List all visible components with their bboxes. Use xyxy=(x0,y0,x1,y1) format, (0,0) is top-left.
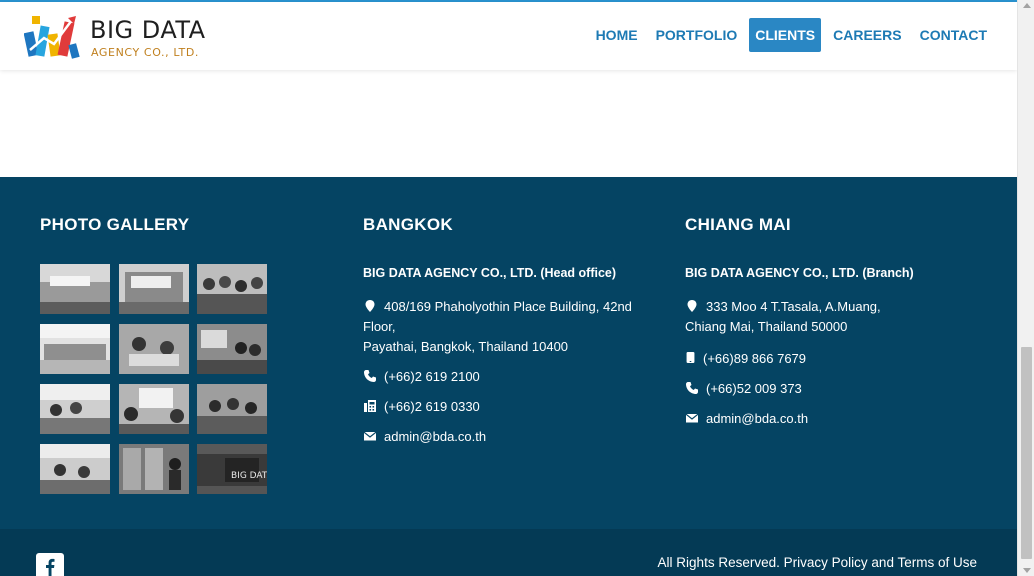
nav-portfolio[interactable]: PORTFOLIO xyxy=(650,18,744,52)
bangkok-fax: (+66)2 619 0330 xyxy=(363,397,480,417)
chiangmai-company: BIG DATA AGENCY CO., LTD. (Branch) xyxy=(685,266,914,280)
chiangmai-phone-text: (+66)52 009 373 xyxy=(706,381,802,396)
svg-text:BIG DATA: BIG DATA xyxy=(231,471,267,481)
facebook-link[interactable] xyxy=(36,553,64,576)
bangkok-phone: (+66)2 619 2100 xyxy=(363,367,480,387)
main-nav: HOME PORTFOLIO CLIENTS CAREERS CONTACT xyxy=(590,18,993,52)
terms-of-use-link[interactable]: Terms of Use xyxy=(897,555,977,570)
facebook-icon xyxy=(46,558,55,576)
chiangmai-address-line1: 333 Moo 4 T.Tasala, A.Muang, xyxy=(706,299,881,314)
bangkok-phone-text: (+66)2 619 2100 xyxy=(384,369,480,384)
site-footer: PHOTO GALLERY BIG DAT BANGKOK BIG DATA A… xyxy=(0,177,1017,529)
logo-mark-icon xyxy=(24,16,80,59)
gallery-photo[interactable] xyxy=(119,444,189,494)
brand-subtitle: AGENCY CO., LTD. xyxy=(91,46,200,59)
rights-text: All Rights Reserved. xyxy=(657,555,780,570)
brand-title: BIG DATA xyxy=(90,16,206,44)
gallery-photo[interactable] xyxy=(40,264,110,314)
nav-careers[interactable]: CAREERS xyxy=(827,18,907,52)
chiangmai-email[interactable]: admin@bda.co.th xyxy=(685,409,808,429)
gallery-photo[interactable] xyxy=(119,264,189,314)
map-marker-icon xyxy=(687,300,697,312)
chiangmai-phone: (+66)52 009 373 xyxy=(685,379,802,399)
chiangmai-mobile-text: (+66)89 866 7679 xyxy=(703,351,807,366)
and-text: and xyxy=(871,555,894,570)
chiangmai-address: 333 Moo 4 T.Tasala, A.Muang, Chiang Mai,… xyxy=(685,297,985,337)
gallery-photo[interactable] xyxy=(197,384,267,434)
chiangmai-address-line2: Chiang Mai, Thailand 50000 xyxy=(685,319,848,334)
copyright-text: All Rights Reserved. Privacy Policy and … xyxy=(658,555,977,570)
bangkok-title: BANGKOK xyxy=(363,215,453,234)
bangkok-email[interactable]: admin@bda.co.th xyxy=(363,427,486,447)
map-marker-icon xyxy=(365,300,375,312)
gallery-photo[interactable]: BIG DATA xyxy=(197,444,267,494)
nav-contact[interactable]: CONTACT xyxy=(914,18,993,52)
bangkok-address-line3: Payathai, Bangkok, Thailand 10400 xyxy=(363,339,569,354)
scroll-up-arrow-icon[interactable] xyxy=(1023,3,1031,8)
mobile-icon xyxy=(686,352,695,363)
nav-home[interactable]: HOME xyxy=(590,18,644,52)
bangkok-address-line2: Floor, xyxy=(363,319,396,334)
bangkok-fax-text: (+66)2 619 0330 xyxy=(384,399,480,414)
page-scrollbar[interactable] xyxy=(1017,0,1034,576)
nav-clients[interactable]: CLIENTS xyxy=(749,18,822,52)
privacy-policy-link[interactable]: Privacy Policy xyxy=(784,555,868,570)
site-header: BIG DATA AGENCY CO., LTD. HOME PORTFOLIO… xyxy=(0,2,1017,70)
gallery-photo[interactable] xyxy=(40,324,110,374)
gallery-photo[interactable] xyxy=(197,324,267,374)
chiangmai-email-link[interactable]: admin@bda.co.th xyxy=(706,411,808,426)
scroll-thumb[interactable] xyxy=(1021,347,1032,559)
scroll-down-arrow-icon[interactable] xyxy=(1023,568,1031,573)
phone-icon xyxy=(364,370,376,382)
fax-icon xyxy=(364,400,376,412)
gallery-photo[interactable] xyxy=(197,264,267,314)
gallery-photo[interactable] xyxy=(40,444,110,494)
gallery-photo[interactable] xyxy=(40,384,110,434)
envelope-icon xyxy=(685,413,699,423)
bangkok-address: 408/169 Phaholyothin Place Building, 42n… xyxy=(363,297,663,357)
gallery-title: PHOTO GALLERY xyxy=(40,215,190,234)
photo-gallery: BIG DATA xyxy=(40,264,268,496)
gallery-photo[interactable] xyxy=(119,324,189,374)
envelope-icon xyxy=(363,431,377,441)
bangkok-email-link[interactable]: admin@bda.co.th xyxy=(384,429,486,444)
chiangmai-mobile: (+66)89 866 7679 xyxy=(685,349,806,369)
bangkok-company: BIG DATA AGENCY CO., LTD. (Head office) xyxy=(363,266,617,280)
chiangmai-title: CHIANG MAI xyxy=(685,215,791,234)
brand-logo[interactable]: BIG DATA AGENCY CO., LTD. xyxy=(24,10,214,66)
phone-icon xyxy=(686,382,698,394)
bangkok-address-line1: 408/169 Phaholyothin Place Building, 42n… xyxy=(384,299,632,314)
gallery-photo[interactable] xyxy=(119,384,189,434)
